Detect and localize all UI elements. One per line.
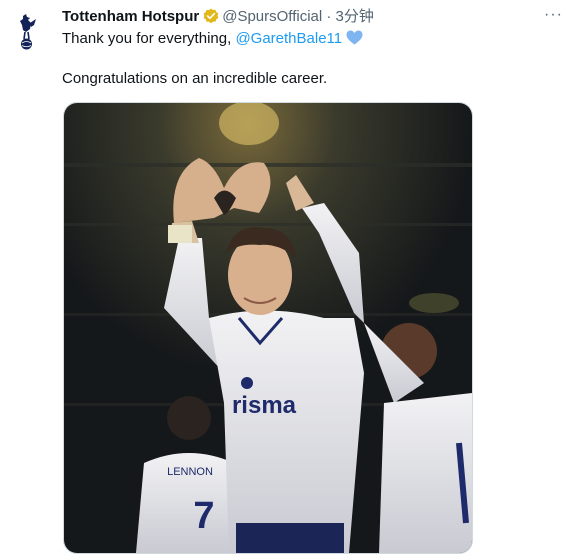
tweet-header: Tottenham Hotspur @SpursOfficial · 3分钟 [62, 7, 538, 27]
timestamp[interactable]: 3分钟 [336, 8, 374, 25]
spurs-crest-icon [20, 14, 36, 50]
text-line1: Thank you for everything, [62, 30, 236, 47]
back-name-label: LENNON [167, 466, 213, 478]
tweet-text-line-2: Congratulations on an incredible career. [62, 70, 328, 87]
stadium-light [219, 103, 279, 145]
tweet-text-line-1: Thank you for everything, @GarethBale11 [62, 29, 542, 49]
avatar[interactable] [14, 12, 40, 52]
author-name[interactable]: Tottenham Hotspur [62, 8, 199, 25]
tweet-card[interactable]: Tottenham Hotspur @SpursOfficial · 3分钟 ·… [0, 0, 578, 554]
more-options-icon[interactable]: ··· [544, 6, 564, 24]
back-number-label: 7 [193, 495, 214, 537]
tweet-text: Thank you for everything, @GarethBale11 … [62, 29, 542, 89]
tweet-photo[interactable]: LENNON 7 risma [63, 102, 473, 554]
separator-dot: · [326, 8, 332, 25]
verified-badge-icon [203, 8, 219, 24]
author-handle[interactable]: @SpursOfficial [222, 8, 322, 25]
shirt-sponsor-label: risma [232, 392, 297, 419]
mention-link[interactable]: @GarethBale11 [235, 30, 342, 47]
blue-heart-icon [346, 30, 363, 45]
photo-illustration: LENNON 7 risma [64, 103, 472, 553]
